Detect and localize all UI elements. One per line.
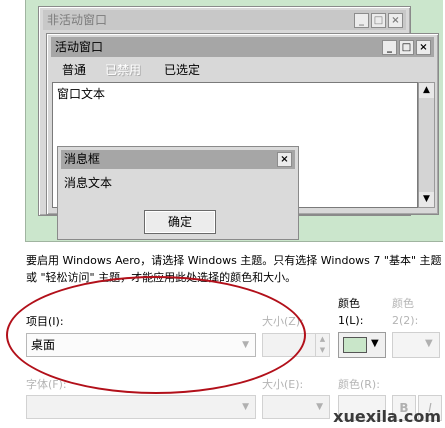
menu-item-normal[interactable]: 普通 [62,61,86,78]
chevron-down-icon: ▼ [371,338,379,349]
messagebox-title: 消息框 [64,152,101,166]
font-color-label: 颜色(R): [338,378,380,391]
font-label: 字体(F): [26,378,67,391]
active-window-title: 活动窗口 [55,40,104,54]
chevron-down-icon: ▼ [425,338,433,349]
close-icon[interactable]: × [416,40,431,55]
inactive-window-controls: _ □ × [354,13,403,28]
color1-swatch [343,337,367,353]
close-icon[interactable]: × [277,152,292,167]
messagebox-text: 消息文本 [64,176,113,190]
scroll-down-icon[interactable]: ▼ [419,192,434,207]
color1-picker-button[interactable]: ▼ [338,332,386,358]
maximize-icon[interactable]: □ [399,40,414,55]
scroll-up-icon[interactable]: ▲ [419,83,434,98]
window-scrollbar[interactable]: ▲ ▼ [418,82,435,208]
ok-button[interactable]: 确定 [144,210,216,234]
spinner-down-icon[interactable]: ▼ [315,345,329,356]
font-size-label: 大小(E): [262,378,304,391]
color1-label: 颜色 1(L): [338,297,364,327]
font-select[interactable]: ▼ [26,395,256,419]
spinner-up-icon[interactable]: ▲ [315,334,329,345]
minimize-icon[interactable]: _ [382,40,397,55]
color2-picker-button[interactable]: ▼ [392,332,440,358]
chevron-down-icon: ▼ [316,402,323,412]
maximize-icon[interactable]: □ [371,13,386,28]
active-window-controls: _ □ × [382,40,431,55]
active-window-titlebar[interactable]: 活动窗口 [51,37,434,57]
minimize-icon[interactable]: _ [354,13,369,28]
chevron-down-icon: ▼ [242,402,249,412]
window-text: 窗口文本 [57,87,106,101]
messagebox-preview[interactable]: 消息框 × 消息文本 确定 [57,146,299,240]
aero-description: 要启用 Windows Aero，请选择 Windows 主题。只有选择 Win… [26,254,442,284]
font-size-select[interactable]: ▼ [262,395,330,419]
inactive-window-titlebar[interactable]: 非活动窗口 [43,10,406,30]
messagebox-titlebar[interactable]: 消息框 [61,150,295,169]
color2-label: 颜色 2(2): [392,297,419,327]
menu-item-selected[interactable]: 已选定 [164,61,200,78]
menu-item-disabled: 已禁用 [105,63,142,77]
watermark: xuexila.com [333,407,441,426]
inactive-window-title: 非活动窗口 [47,13,108,27]
close-icon[interactable]: × [388,13,403,28]
